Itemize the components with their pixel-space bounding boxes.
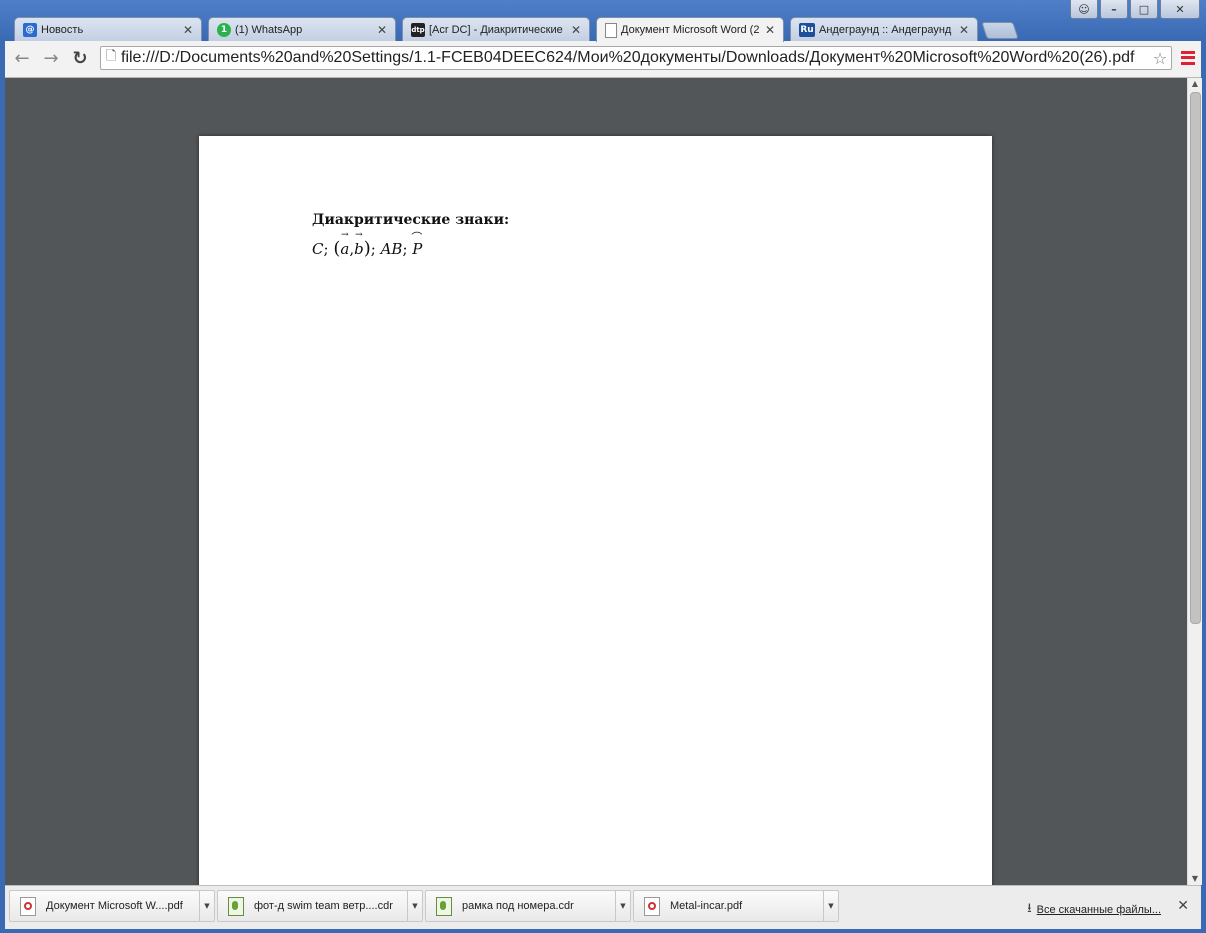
download-item[interactable]: фот-д swim team ветр....cdr ▼ <box>217 890 423 922</box>
new-tab-button[interactable] <box>981 22 1019 39</box>
window-controls: ☺ – □ ✕ <box>1070 0 1200 19</box>
formula-vector-b: b <box>354 230 364 258</box>
scroll-up-arrow-icon[interactable]: ▲ <box>1188 78 1202 90</box>
window-close-button[interactable]: ✕ <box>1160 0 1200 19</box>
tab-close-icon[interactable]: ✕ <box>957 23 971 37</box>
tab-close-icon[interactable]: ✕ <box>763 23 777 37</box>
download-icon: ⭳ <box>1027 900 1032 915</box>
back-button[interactable]: ← <box>11 49 33 69</box>
reload-button[interactable]: ↻ <box>69 49 91 69</box>
document-heading: Диакритические знаки: <box>312 212 510 228</box>
tab-label: Андеграунд :: Андеграунд <box>819 23 952 36</box>
formula-separator: ; <box>323 240 329 258</box>
profile-button[interactable]: ☺ <box>1070 0 1098 19</box>
tab-underground[interactable]: Ru Андеграунд :: Андеграунд ✕ <box>790 17 978 41</box>
chevron-down-icon[interactable]: ▼ <box>199 891 214 921</box>
toolbar: ← → ↻ 🗋 ☆ <box>5 41 1201 78</box>
download-filename: Документ Microsoft W....pdf <box>46 900 183 912</box>
tab-news[interactable]: @ Новость ✕ <box>14 17 202 41</box>
pdf-viewer: Диакритические знаки: C; (a,b); AB; P <box>5 78 1187 885</box>
tab-acr-dc[interactable]: dtp [Acr DC] - Диакритические ✕ <box>402 17 590 41</box>
chevron-down-icon[interactable]: ▼ <box>823 891 838 921</box>
menu-icon[interactable] <box>1181 50 1195 66</box>
formula-close-paren: ) <box>363 238 371 259</box>
tab-label: Документ Microsoft Word (2 <box>621 24 760 36</box>
pdf-file-icon <box>644 896 660 916</box>
maximize-button[interactable]: □ <box>1130 0 1158 19</box>
download-shelf: Документ Microsoft W....pdf ▼ фот-д swim… <box>5 885 1201 929</box>
dtp-icon: dtp <box>411 22 425 37</box>
tab-close-icon[interactable]: ✕ <box>181 23 195 37</box>
download-item[interactable]: Документ Microsoft W....pdf ▼ <box>9 890 215 922</box>
browser-window: ☺ – □ ✕ @ Новость ✕ 1 (1) WhatsApp ✕ dtp… <box>0 0 1206 933</box>
chevron-down-icon[interactable]: ▼ <box>407 891 422 921</box>
tab-whatsapp[interactable]: 1 (1) WhatsApp ✕ <box>208 17 396 41</box>
download-filename: фот-д swim team ветр....cdr <box>254 900 393 912</box>
address-bar[interactable]: 🗋 ☆ <box>100 46 1172 70</box>
show-all-downloads[interactable]: ⭳ Все скачанные файлы... <box>1027 899 1161 921</box>
formula-ab: AB <box>380 240 403 258</box>
whatsapp-badge-icon: 1 <box>217 22 231 37</box>
tab-strip: @ Новость ✕ 1 (1) WhatsApp ✕ dtp [Acr DC… <box>14 17 1054 42</box>
pdf-page: Диакритические знаки: C; (a,b); AB; P <box>199 136 992 885</box>
download-filename: Metal-incar.pdf <box>670 900 743 912</box>
formula-arc-p: P <box>411 229 422 258</box>
forward-button[interactable]: → <box>40 49 62 69</box>
diacritics-formula: C; (a,b); AB; P <box>312 229 422 259</box>
pdf-file-icon <box>20 896 36 916</box>
formula-vector-a: a <box>340 230 349 258</box>
scroll-thumb[interactable] <box>1190 92 1201 624</box>
page-icon: 🗋 <box>105 49 117 64</box>
mail-at-icon: @ <box>23 22 37 37</box>
tab-label: (1) WhatsApp <box>235 23 303 36</box>
document-icon <box>605 22 617 38</box>
bookmark-star-icon[interactable]: ☆ <box>1149 49 1171 68</box>
cdr-file-icon <box>436 896 452 916</box>
formula-separator: ; <box>370 240 376 258</box>
ru-icon: Ru <box>799 22 815 37</box>
formula-c: C <box>312 240 324 258</box>
cdr-file-icon <box>228 896 244 916</box>
formula-separator: ; <box>402 240 408 258</box>
tab-label: [Acr DC] - Диакритические <box>429 23 563 36</box>
tab-word-document[interactable]: Документ Microsoft Word (2 ✕ <box>596 17 784 42</box>
tab-close-icon[interactable]: ✕ <box>375 23 389 37</box>
download-item[interactable]: Metal-incar.pdf ▼ <box>633 890 839 922</box>
download-filename: рамка под номера.cdr <box>462 900 574 912</box>
close-shelf-icon[interactable]: ✕ <box>1177 898 1189 914</box>
download-item[interactable]: рамка под номера.cdr ▼ <box>425 890 631 922</box>
minimize-button[interactable]: – <box>1100 0 1128 19</box>
chevron-down-icon[interactable]: ▼ <box>615 891 630 921</box>
scroll-down-arrow-icon[interactable]: ▼ <box>1188 873 1202 885</box>
show-all-downloads-link[interactable]: Все скачанные файлы... <box>1037 904 1161 916</box>
formula-open-paren: ( <box>333 238 341 259</box>
vertical-scrollbar[interactable]: ▲ ▼ <box>1187 78 1202 885</box>
tab-label: Новость <box>41 23 84 36</box>
url-input[interactable] <box>121 47 1149 69</box>
tab-close-icon[interactable]: ✕ <box>569 23 583 37</box>
